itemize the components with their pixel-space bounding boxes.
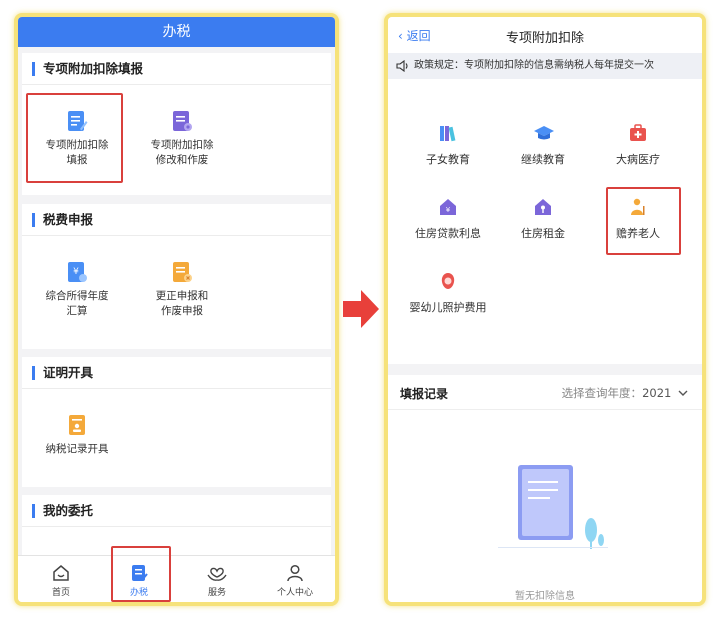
highlight-box [606,187,681,255]
child-education-item[interactable]: 子女教育 [398,123,498,167]
infant-care-item[interactable]: 婴幼儿照护费用 [398,271,498,315]
left-phone-screen: 办税 专项附加扣除填报 专项附加扣除 填报 专项附加扣除 修改和作废 税费申报 … [14,13,339,606]
filing-records-panel: 填报记录 选择查询年度：2021 暂无扣除信息 [388,375,702,602]
item-label: 继续教育 [521,153,565,166]
correction-document-icon [171,261,193,283]
baby-icon [438,271,458,291]
item-label: 大病医疗 [616,153,660,166]
correction-filing-button[interactable]: 更正申报和 作废申报 [132,261,232,319]
highlight-box [111,546,171,602]
home-icon [53,565,69,581]
housing-rent-item[interactable]: 住房租金 [493,197,593,241]
section-title: 税费申报 [32,213,93,227]
item-label: 综合所得年度 汇算 [45,290,109,317]
records-header: 填报记录 选择查询年度：2021 [388,375,702,410]
item-label: 住房贷款利息 [415,227,481,240]
page-title: 专项附加扣除 [505,31,584,46]
year-value: 2021 [642,386,672,400]
tab-label: 首页 [51,588,70,598]
item-label: 专项附加扣除 修改和作废 [150,139,214,166]
right-arrow-icon [343,290,379,328]
policy-notice: 政策规定：专项附加扣除的信息需纳税人每年提交一次 [388,53,702,79]
page-title: 办税 [18,17,335,47]
empty-state-text: 暂无扣除信息 [515,591,575,602]
item-label: 更正申报和 作废申报 [155,290,209,317]
housing-loan-interest-item[interactable]: ¥ 住房贷款利息 [398,197,498,241]
house-icon: ¥ [438,197,458,217]
item-label: 纳税记录开具 [45,443,109,455]
yuan-document-icon: ¥ [66,261,88,283]
tab-label: 个人中心 [276,588,313,598]
special-deduction-modify-button[interactable]: 专项附加扣除 修改和作废 [132,110,232,168]
speaker-icon [396,60,408,72]
svg-text:¥: ¥ [73,267,79,277]
serious-illness-item[interactable]: 大病医疗 [588,123,688,167]
books-icon [438,123,458,143]
section-title: 我的委托 [32,504,93,518]
year-selector[interactable]: 选择查询年度：2021 [562,385,688,401]
notice-text: 政策规定：专项附加扣除的信息需纳税人每年提交一次 [414,60,654,71]
section-tax-filing: 税费申报 ¥ 综合所得年度 汇算 更正申报和 作废申报 [22,204,331,349]
tab-label: 服务 [207,588,226,598]
empty-document-illustration [498,465,608,549]
medical-kit-icon [628,123,648,143]
annual-settlement-button[interactable]: ¥ 综合所得年度 汇算 [27,261,127,319]
person-icon [287,564,303,582]
section-my-delegation: 我的委托 [22,495,331,555]
item-label: 婴幼儿照护费用 [409,301,487,314]
certificate-icon [66,414,88,436]
tab-home[interactable]: 首页 [26,556,96,602]
tax-record-certificate-button[interactable]: 纳税记录开具 [27,414,127,457]
chevron-down-icon [678,390,688,396]
section-certificate: 证明开具 纳税记录开具 [22,357,331,487]
tab-personal-center[interactable]: 个人中心 [260,556,330,602]
svg-text:¥: ¥ [446,206,451,214]
highlight-box [26,93,123,183]
graduation-cap-icon [533,123,554,143]
nav-bar: ‹ 返回 专项附加扣除 [388,17,702,53]
section-title: 证明开具 [32,366,93,380]
bottom-tab-bar: 首页 办税 服务 个人中心 [18,555,335,602]
year-label: 选择查询年度： [561,386,643,400]
deduction-items-grid: 子女教育 继续教育 大病医疗 ¥ 住房贷款利息 住房租金 赡养老人 婴幼儿照护费… [388,79,702,364]
item-label: 住房租金 [521,227,565,240]
right-phone-screen: ‹ 返回 专项附加扣除 政策规定：专项附加扣除的信息需纳税人每年提交一次 子女教… [384,13,706,606]
section-title: 专项附加扣除填报 [32,62,143,76]
edit-document-icon [171,110,193,132]
house-key-icon [533,197,553,217]
item-label: 子女教育 [426,153,470,166]
tab-service[interactable]: 服务 [182,556,252,602]
continuing-education-item[interactable]: 继续教育 [493,123,593,167]
records-title: 填报记录 [400,387,449,401]
heart-hands-icon [207,567,227,581]
